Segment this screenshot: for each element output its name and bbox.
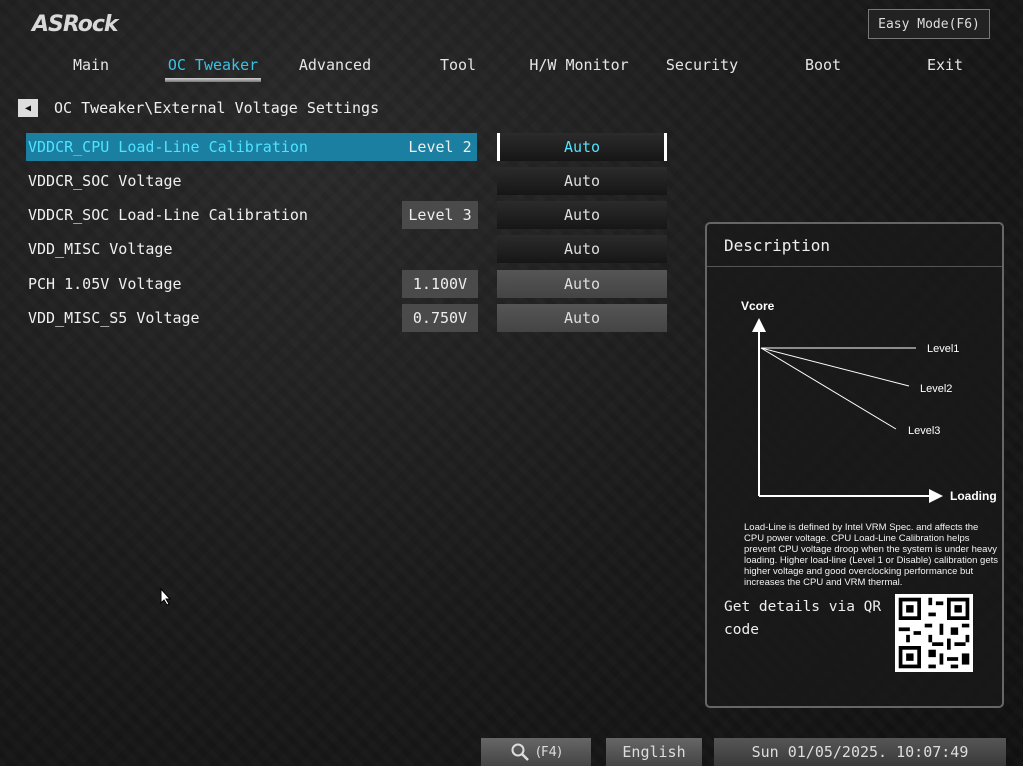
setting-value-button[interactable]: Auto: [497, 270, 667, 298]
tab-hw-monitor[interactable]: H/W Monitor: [524, 50, 634, 80]
setting-label: VDDCR_CPU Load-Line Calibration: [28, 138, 308, 156]
tab-advanced[interactable]: Advanced: [280, 50, 390, 80]
setting-label: VDD_MISC_S5 Voltage: [28, 309, 200, 327]
setting-label: VDDCR_SOC Load-Line Calibration: [28, 206, 308, 224]
chart-x-arrow: [929, 489, 943, 503]
setting-row-vdd-misc-voltage[interactable]: VDD_MISC Voltage Auto: [26, 235, 676, 263]
asrock-logo: ASRock: [32, 12, 119, 37]
setting-row-vdd-misc-s5-voltage[interactable]: VDD_MISC_S5 Voltage 0.750V Auto: [26, 304, 676, 332]
active-tab-indicator: [165, 78, 261, 82]
setting-row-vddcr-soc-voltage[interactable]: VDDCR_SOC Voltage Auto: [26, 167, 676, 195]
tab-security[interactable]: Security: [647, 50, 757, 80]
easy-mode-button[interactable]: Easy Mode(F6): [868, 9, 990, 39]
qr-code-icon: [895, 594, 973, 672]
setting-value-button[interactable]: Auto: [497, 235, 667, 263]
setting-current-value: Level 2: [408, 138, 472, 156]
setting-value-button[interactable]: Auto: [497, 167, 667, 195]
main-nav: Main OC Tweaker Advanced Tool H/W Monito…: [0, 50, 1023, 80]
description-text: Load-Line is defined by Intel VRM Spec. …: [744, 522, 998, 588]
tab-main[interactable]: Main: [36, 50, 146, 80]
breadcrumb-path: OC Tweaker\External Voltage Settings: [54, 99, 380, 117]
search-icon: [511, 743, 529, 761]
chart-label-level1: Level1: [927, 343, 959, 355]
search-shortcut: (F4): [536, 744, 562, 760]
description-panel: Description Vcore Loading Level1 Level2 …: [705, 222, 1004, 708]
search-button[interactable]: (F4): [481, 738, 591, 766]
chart-y-label: Vcore: [741, 299, 775, 313]
setting-value-button[interactable]: Auto: [497, 201, 667, 229]
setting-label: VDDCR_SOC Voltage: [28, 172, 182, 190]
chart-y-arrow: [752, 318, 766, 332]
chart-label-level3: Level3: [908, 425, 940, 437]
setting-current-value: Level 3: [402, 201, 478, 229]
tab-boot[interactable]: Boot: [768, 50, 878, 80]
back-arrow-icon[interactable]: ◀: [18, 99, 38, 117]
setting-label: PCH 1.05V Voltage: [28, 275, 182, 293]
description-header: Description: [707, 224, 1002, 267]
setting-value-button[interactable]: Auto: [497, 133, 667, 161]
datetime-display: Sun 01/05/2025. 10:07:49: [714, 738, 1006, 766]
setting-value-button[interactable]: Auto: [497, 304, 667, 332]
chart-line-level3: [760, 347, 897, 430]
setting-current-value: 0.750V: [402, 304, 478, 332]
tab-oc-tweaker[interactable]: OC Tweaker: [158, 50, 268, 80]
breadcrumb: ◀ OC Tweaker\External Voltage Settings: [18, 97, 379, 119]
tab-tool[interactable]: Tool: [403, 50, 513, 80]
setting-row-vddcr-cpu-llc[interactable]: VDDCR_CPU Load-Line Calibration Level 2 …: [26, 133, 676, 161]
description-title: Description: [724, 236, 830, 255]
load-line-chart: Vcore Loading Level1 Level2 Level3: [741, 299, 997, 503]
bottom-bar: (F4) English Sun 01/05/2025. 10:07:49: [0, 738, 1023, 766]
setting-current-value: 1.100V: [402, 270, 478, 298]
qr-caption: Get details via QR code: [724, 599, 882, 638]
chart-label-level2: Level2: [920, 383, 952, 395]
language-button[interactable]: English: [606, 738, 702, 766]
setting-row-pch-105v-voltage[interactable]: PCH 1.05V Voltage 1.100V Auto: [26, 270, 676, 298]
chart-line-level2: [760, 347, 910, 387]
setting-label: VDD_MISC Voltage: [28, 240, 173, 258]
chart-x-label: Loading: [950, 489, 997, 503]
tab-exit[interactable]: Exit: [890, 50, 1000, 80]
setting-row-vddcr-soc-llc[interactable]: VDDCR_SOC Load-Line Calibration Level 3 …: [26, 201, 676, 229]
mouse-cursor-icon: [160, 588, 172, 606]
